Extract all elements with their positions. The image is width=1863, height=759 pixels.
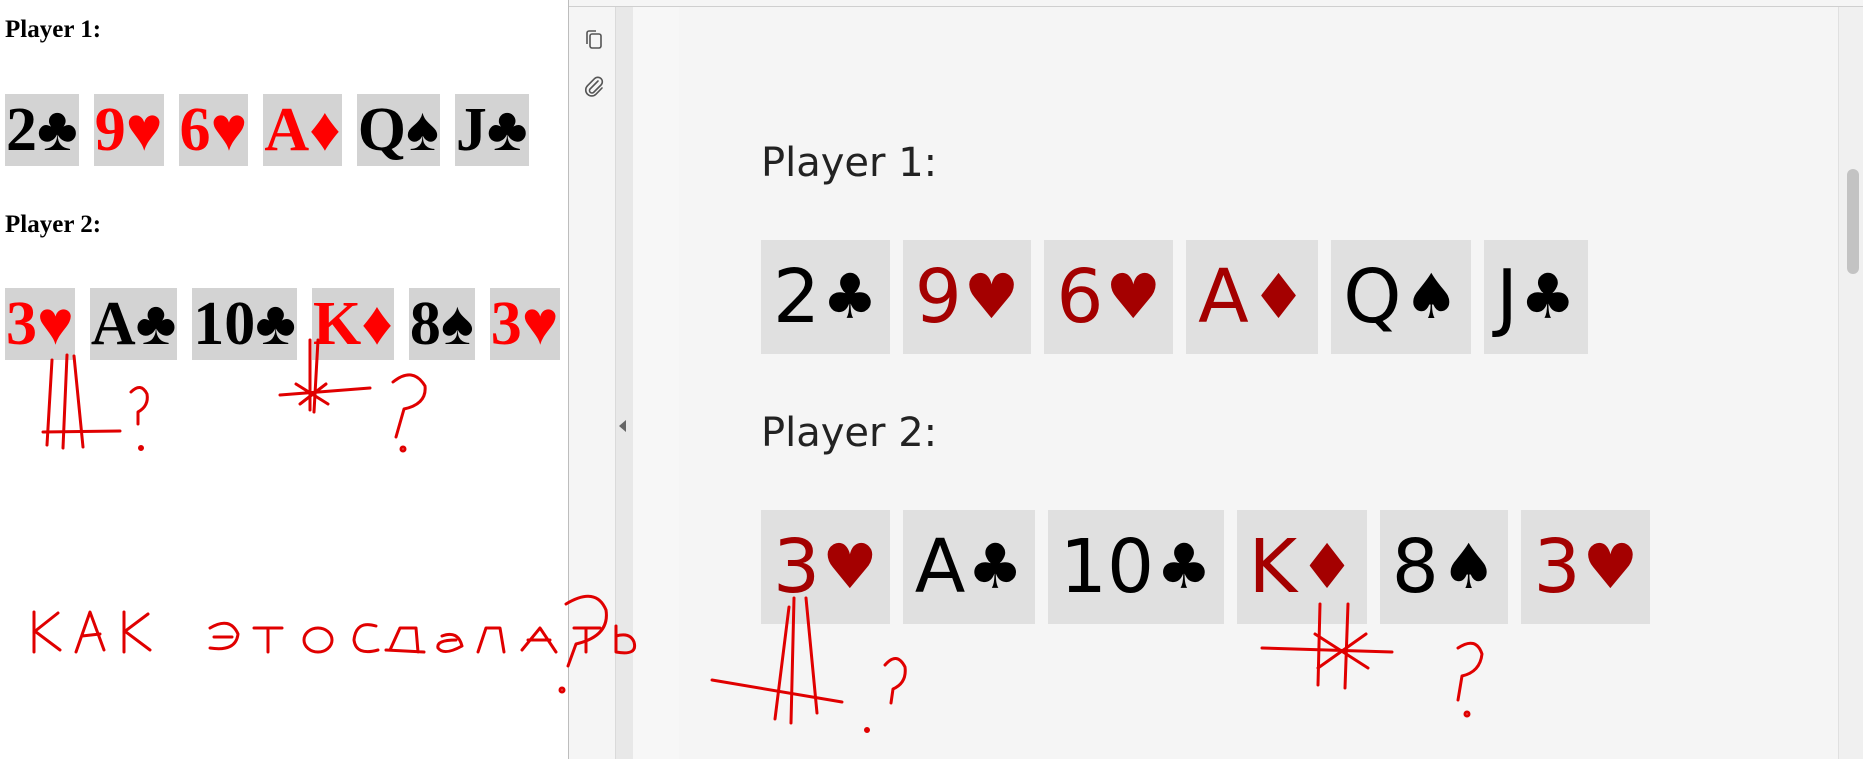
card: 2 ♣ <box>5 94 79 166</box>
card-rank: 9 <box>94 96 126 164</box>
player2-hand: 3 ♥ A ♣ 10 ♣ K ♦ 8 ♠ 3 ♥ <box>5 288 575 360</box>
card-suit-icon: ♦ <box>361 290 393 358</box>
preview-player1-label: Player 1: <box>761 140 938 186</box>
card-suit-icon: ♥ <box>1582 530 1639 603</box>
card: 9 ♥ <box>902 240 1032 354</box>
card-suit-icon: ♥ <box>37 290 74 358</box>
card-rank: A <box>914 524 966 610</box>
card-suit-icon: ♣ <box>255 290 296 358</box>
card: A ♣ <box>902 510 1035 624</box>
card-suit-icon: ♥ <box>963 260 1020 333</box>
card: A ♦ <box>1186 240 1319 354</box>
card: 3 ♥ <box>5 288 75 360</box>
card: 9 ♥ <box>93 94 164 166</box>
card: K ♦ <box>1236 510 1367 624</box>
card-suit-icon: ♠ <box>1440 530 1497 603</box>
card-suit-icon: ♠ <box>405 96 439 164</box>
card: Q ♠ <box>356 94 440 166</box>
player2-label: Player 2: <box>5 211 102 238</box>
card-rank: 2 <box>773 254 821 340</box>
card: 8 ♠ <box>408 288 475 360</box>
preview-player2-label: Player 2: <box>761 410 938 456</box>
card: J ♣ <box>1484 240 1588 354</box>
top-divider <box>569 6 1863 7</box>
card-rank: Q <box>1343 254 1402 340</box>
card-suit-icon: ♥ <box>125 96 163 164</box>
card-rank: 8 <box>409 290 441 358</box>
card-rank: 6 <box>179 96 211 164</box>
card: A ♣ <box>89 288 178 360</box>
card-rank: 3 <box>773 524 821 610</box>
card-rank: 10 <box>193 290 256 358</box>
card: 8 ♠ <box>1379 510 1509 624</box>
card: A ♦ <box>263 94 342 166</box>
card: 6 ♥ <box>1044 240 1174 354</box>
card-rank: Q <box>357 96 406 164</box>
collapse-gutter[interactable] <box>615 7 634 759</box>
card-rank: 10 <box>1059 524 1155 610</box>
card: 2 ♣ <box>761 240 890 354</box>
left-render-panel: Player 1: 2 ♣ 9 ♥ 6 ♥ A ♦ Q ♠ J ♣ Player 2: 3 ♥ A ♣ 10 ♣… <box>0 0 568 759</box>
side-toolbar <box>569 7 615 759</box>
card: 3 ♥ <box>761 510 890 624</box>
card-rank: J <box>1496 254 1518 340</box>
card-suit-icon: ♦ <box>309 96 341 164</box>
card-rank: A <box>264 96 310 164</box>
card: 10 ♣ <box>1047 510 1224 624</box>
card: 3 ♥ <box>1521 510 1651 624</box>
card: 3 ♥ <box>489 288 560 360</box>
card-rank: 3 <box>490 290 522 358</box>
card-rank: K <box>312 290 362 358</box>
card-rank: 8 <box>1391 524 1439 610</box>
card-rank: J <box>455 96 487 164</box>
card-rank: 3 <box>6 290 37 358</box>
card-suit-icon: ♥ <box>210 96 248 164</box>
editor-preview-panel <box>568 0 1863 759</box>
paperclip-icon[interactable] <box>581 73 607 99</box>
card-suit-icon: ♣ <box>1519 260 1576 333</box>
card-rank: 3 <box>1533 524 1581 610</box>
player1-label: Player 1: <box>5 16 102 43</box>
card-suit-icon: ♥ <box>1105 260 1162 333</box>
card-suit-icon: ♣ <box>135 290 177 358</box>
scrollbar-thumb[interactable] <box>1847 169 1859 274</box>
card-rank: 6 <box>1056 254 1104 340</box>
card-suit-icon: ♦ <box>1250 260 1307 333</box>
preview-margin <box>633 7 679 759</box>
card-rank: K <box>1248 524 1298 610</box>
card-rank: A <box>1198 254 1249 340</box>
card-suit-icon: ♦ <box>1299 530 1355 603</box>
card: 6 ♥ <box>178 94 249 166</box>
copy-icon[interactable] <box>581 27 607 53</box>
card-suit-icon: ♠ <box>1403 260 1460 333</box>
preview-player1-hand: 2 ♣ 9 ♥ 6 ♥ A ♦ Q ♠ J ♣ <box>761 240 1601 354</box>
card: K ♦ <box>311 288 394 360</box>
card-suit-icon: ♠ <box>440 290 474 358</box>
vertical-scrollbar[interactable] <box>1838 7 1863 759</box>
card-suit-icon: ♣ <box>1156 530 1212 603</box>
collapse-left-icon[interactable] <box>619 420 626 432</box>
card: Q ♠ <box>1331 240 1472 354</box>
card: J ♣ <box>454 94 529 166</box>
preview-player2-hand: 3 ♥ A ♣ 10 ♣ K ♦ 8 ♠ 3 ♥ <box>761 510 1663 624</box>
card-suit-icon: ♥ <box>521 290 559 358</box>
card-rank: 9 <box>914 254 962 340</box>
card-rank: A <box>90 290 136 358</box>
player1-hand: 2 ♣ 9 ♥ 6 ♥ A ♦ Q ♠ J ♣ <box>5 94 544 166</box>
card-suit-icon: ♥ <box>822 530 878 603</box>
card: 10 ♣ <box>192 288 297 360</box>
card-suit-icon: ♣ <box>967 530 1023 603</box>
card-rank: 2 <box>6 96 37 164</box>
card-suit-icon: ♣ <box>822 260 878 333</box>
card-suit-icon: ♣ <box>486 96 528 164</box>
card-suit-icon: ♣ <box>37 96 78 164</box>
